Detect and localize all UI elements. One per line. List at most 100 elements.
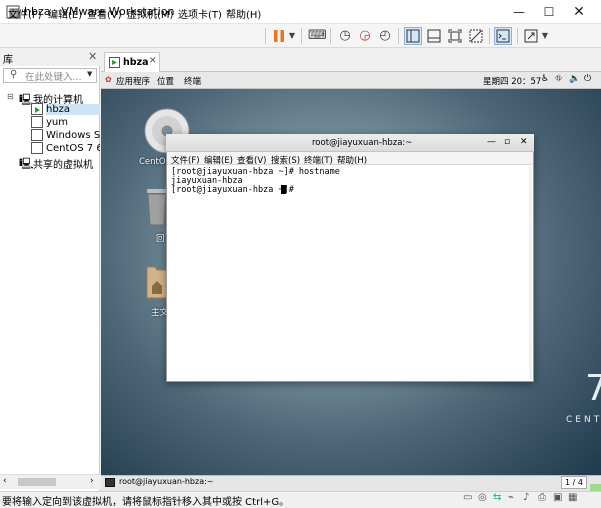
printer-icon[interactable]: ⎙ [538, 492, 546, 503]
toolbar-separator [517, 28, 518, 44]
close-button[interactable]: ✕ [564, 0, 594, 24]
power-icon[interactable]: ⏻ [584, 74, 591, 84]
gnome-applications-menu[interactable]: 应用程序 [116, 75, 150, 87]
sound-card-icon[interactable]: ♪ [523, 492, 529, 503]
library-header [0, 48, 100, 66]
maximize-button[interactable]: ☐ [534, 0, 564, 24]
terminal-icon [496, 29, 510, 43]
close-icon: ✕ [573, 4, 585, 20]
gnome-clock[interactable]: 星期四 20：57 [483, 75, 541, 87]
terminal-menu-file[interactable]: 文件(F) [171, 154, 200, 166]
clock-icon: ◷ [339, 28, 351, 43]
tree-vm-centos[interactable]: CentOS 7 64 [46, 143, 100, 154]
library-close-button[interactable]: ✕ [88, 50, 97, 63]
show-library-button[interactable] [404, 27, 422, 45]
scroll-right-icon[interactable]: › [90, 476, 94, 486]
close-icon: ✕ [88, 50, 98, 63]
tab-hbza[interactable]: hbza ✕ [104, 52, 160, 72]
terminal-menu-help[interactable]: 帮助(H) [337, 154, 367, 166]
tab-close-icon[interactable]: ✕ [149, 56, 157, 66]
status-message: 要将输入定向到该虚拟机，请将鼠标指针移入其中或按 Ctrl+G。 [2, 497, 290, 508]
workspace-indicator[interactable]: 1 / 4 [561, 476, 587, 489]
stretch-icon [524, 29, 538, 43]
tree-shared-vms[interactable]: 共享的虚拟机 [33, 156, 100, 171]
menu-tabs[interactable]: 选项卡(T) [178, 6, 222, 21]
terminal-close-button[interactable]: ✕ [520, 137, 528, 147]
tree-vm-yum[interactable]: yum [46, 117, 100, 128]
tree-vm-windows[interactable]: Windows Se [46, 130, 100, 141]
unity-button[interactable] [467, 27, 485, 45]
toolbar-separator [330, 28, 331, 44]
vm-icon [31, 142, 43, 154]
library-horizontal-scrollbar[interactable]: ‹ › [0, 474, 100, 489]
pause-dropdown[interactable]: ▼ [287, 27, 297, 45]
full-screen-icon [448, 29, 462, 43]
minimize-icon: — [513, 5, 525, 19]
menu-vm[interactable]: 虚拟机(M) [127, 6, 173, 21]
show-desktop-icon[interactable] [105, 478, 115, 487]
pause-icon [274, 30, 284, 42]
snapshot-button[interactable]: ◷ [336, 27, 354, 45]
display-icon[interactable]: ▣ [553, 492, 562, 503]
gnome-places-menu[interactable]: 位置 [157, 75, 174, 87]
terminal-minimize-button[interactable]: — [487, 137, 496, 147]
menu-view[interactable]: 查看(V) [87, 6, 122, 21]
centos-seven-logo: 7 [585, 368, 601, 409]
taskbar-terminal-item[interactable]: root@jiayuxuan-hbza:~ [119, 477, 214, 486]
network-icon[interactable]: ⛗ [555, 74, 562, 84]
full-screen-button[interactable] [446, 27, 464, 45]
terminal-menu-view[interactable]: 查看(V) [237, 154, 266, 166]
gnome-foot-icon: ✿ [105, 75, 112, 84]
stretch-guest-button[interactable] [522, 27, 540, 45]
search-dropdown-icon[interactable]: ▼ [87, 70, 92, 78]
toolbar-separator [489, 28, 490, 44]
toolbar-separator [301, 28, 302, 44]
accessibility-icon[interactable]: ♿ [541, 74, 549, 84]
menu-edit[interactable]: 编辑(E) [48, 6, 82, 21]
terminal-maximize-button[interactable]: ▫ [504, 137, 510, 147]
chevron-down-icon: ▼ [288, 31, 296, 40]
terminal-menu-search[interactable]: 搜索(S) [271, 154, 300, 166]
tree-vm-hbza[interactable]: hbza [46, 104, 100, 115]
tree-collapse-icon[interactable]: ⊟ [7, 92, 14, 101]
volume-icon[interactable]: 🔈 [569, 74, 580, 84]
toolbar-separator [398, 28, 399, 44]
vmware-tools-indicator [590, 484, 601, 491]
terminal-menu-edit[interactable]: 编辑(E) [204, 154, 233, 166]
shared-vms-icon: 🖳 [19, 157, 34, 170]
thumbnail-pane-icon [427, 29, 441, 43]
maximize-icon: ▫ [504, 137, 511, 147]
tab-label: hbza [123, 57, 149, 68]
gnome-terminal-menu[interactable]: 终端 [184, 75, 201, 87]
menu-file[interactable]: 文件(F) [8, 6, 42, 21]
console-view-button[interactable] [494, 27, 512, 45]
terminal-title: root@jiayuxuan-hbza:~ [312, 138, 413, 148]
terminal-menu-terminal[interactable]: 终端(T) [304, 154, 333, 166]
stretch-dropdown[interactable]: ▼ [540, 27, 550, 45]
hdd-icon[interactable]: ▭ [463, 492, 472, 503]
cd-icon[interactable]: ◎ [478, 492, 487, 503]
terminal-line: [root@jiayuxuan-hbza ~]# [171, 185, 299, 195]
menu-help[interactable]: 帮助(H) [226, 6, 261, 21]
usb-icon[interactable]: ⌁ [508, 492, 514, 503]
library-title: 库 [3, 55, 13, 66]
vm-tab-icon [109, 57, 120, 68]
desktop-label-trash: 回 [156, 234, 165, 244]
snapshot-manager-button[interactable]: ◴ [376, 27, 394, 45]
vm-icon [31, 129, 43, 141]
send-ctrl-alt-del-button[interactable]: ⌨ [308, 27, 327, 45]
minimize-button[interactable]: — [504, 0, 534, 24]
network-adapter-icon[interactable]: ⇆ [493, 492, 501, 503]
search-icon: ⚲ [10, 69, 18, 80]
terminal-scrollbar[interactable] [529, 167, 532, 380]
vm-icon [31, 116, 43, 128]
revert-snapshot-button[interactable]: ◶ [356, 27, 374, 45]
message-icon[interactable]: ▦ [568, 492, 577, 503]
pause-button[interactable] [272, 27, 286, 45]
home-folder-icon[interactable] [146, 262, 168, 300]
maximize-icon: ☐ [543, 5, 555, 19]
scroll-thumb[interactable] [18, 478, 56, 486]
trash-icon[interactable] [146, 187, 168, 227]
thumbnail-bar-button[interactable] [425, 27, 443, 45]
scroll-left-icon[interactable]: ‹ [3, 476, 7, 486]
